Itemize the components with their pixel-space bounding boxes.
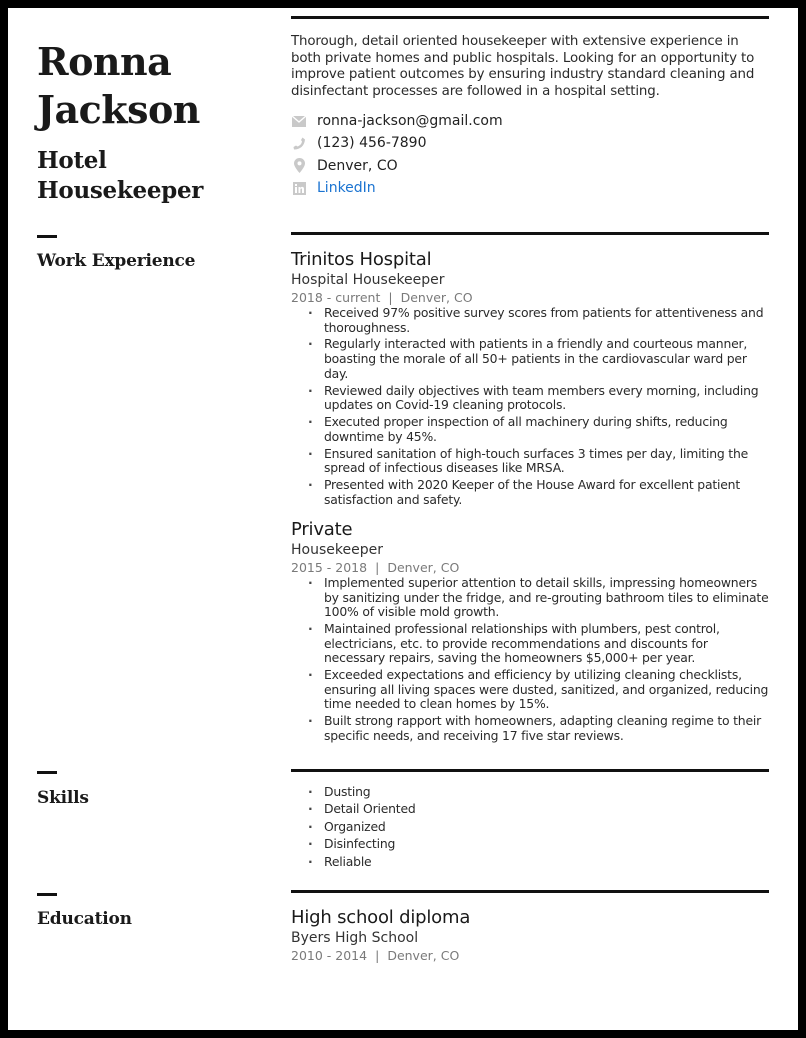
job-meta: 2018 - current | Denver, CO — [291, 289, 771, 306]
bullet-item: Implemented superior attention to detail… — [291, 575, 771, 620]
job-dates: 2018 - current — [291, 290, 381, 305]
meta-separator: | — [375, 948, 380, 963]
section-marker — [37, 235, 57, 238]
section-divider — [291, 16, 769, 19]
last-name: Jackson — [37, 87, 200, 132]
job-location: Denver, CO — [387, 560, 460, 575]
section-divider — [291, 890, 769, 893]
job-entry: Trinitos Hospital Hospital Housekeeper 2… — [291, 249, 771, 510]
bullet-item: Executed proper inspection of all machin… — [291, 414, 771, 444]
skill-item: Disinfecting — [291, 837, 771, 852]
contact-location: Denver, CO — [291, 155, 771, 177]
candidate-name: Ronna Jackson — [37, 38, 200, 134]
meta-separator: | — [388, 290, 393, 305]
phone-icon — [291, 135, 307, 151]
section-divider — [291, 769, 769, 772]
section-marker — [37, 771, 57, 774]
skill-item: Dusting — [291, 784, 771, 800]
job-location: Denver, CO — [400, 290, 473, 305]
contact-list: ronna-jackson@gmail.com (123) 456-7890 D… — [291, 110, 771, 199]
candidate-title: Hotel Housekeeper — [37, 146, 203, 206]
envelope-icon — [291, 113, 307, 129]
education-meta: 2010 - 2014 | Denver, CO — [291, 947, 771, 964]
phone-text[interactable]: (123) 456-7890 — [317, 135, 427, 151]
bullet-item: Reviewed daily objectives with team memb… — [291, 383, 771, 413]
resume-page: Ronna Jackson Hotel Housekeeper Thorough… — [8, 8, 798, 1030]
title-line-1: Hotel — [37, 147, 107, 174]
education-dates: 2010 - 2014 — [291, 948, 368, 963]
email-text[interactable]: ronna-jackson@gmail.com — [317, 113, 503, 129]
bullet-item: Received 97% positive survey scores from… — [291, 305, 771, 335]
contact-phone[interactable]: (123) 456-7890 — [291, 132, 771, 154]
section-divider — [291, 232, 769, 235]
section-title-skills: Skills — [37, 788, 89, 808]
bullet-item: Built strong rapport with homeowners, ad… — [291, 713, 771, 743]
job-bullets: Implemented superior attention to detail… — [291, 575, 771, 743]
bullet-item: Ensured sanitation of high-touch surface… — [291, 446, 771, 476]
job-role: Hospital Housekeeper — [291, 272, 445, 288]
contact-email[interactable]: ronna-jackson@gmail.com — [291, 110, 771, 132]
location-text: Denver, CO — [317, 157, 398, 174]
title-line-2: Housekeeper — [37, 177, 204, 204]
section-marker — [37, 893, 57, 896]
job-entry: Private Housekeeper 2015 - 2018 | Denver, … — [291, 519, 771, 746]
job-company: Private — [291, 519, 353, 540]
education-location: Denver, CO — [387, 948, 460, 963]
degree: High school diploma — [291, 907, 471, 928]
bullet-item: Maintained professional relationships wi… — [291, 621, 771, 666]
bullet-item: Regularly interacted with patients in a … — [291, 337, 771, 381]
job-meta: 2015 - 2018 | Denver, CO — [291, 559, 771, 576]
map-pin-icon — [291, 158, 307, 174]
education-entry: High school diploma Byers High School 20… — [291, 907, 771, 964]
school: Byers High School — [291, 930, 419, 946]
skill-item: Organized — [291, 819, 771, 835]
job-dates: 2015 - 2018 — [291, 560, 368, 575]
job-company: Trinitos Hospital — [291, 249, 432, 270]
linkedin-link[interactable]: LinkedIn — [317, 180, 376, 196]
skill-item: Reliable — [291, 854, 771, 870]
bullet-item: Presented with 2020 Keeper of the House … — [291, 477, 771, 507]
meta-separator: | — [375, 560, 380, 575]
job-bullets: Received 97% positive survey scores from… — [291, 305, 771, 507]
linkedin-icon — [291, 180, 307, 196]
skill-item: Detail Oriented — [291, 802, 771, 817]
summary: Thorough, detail oriented housekeeper wi… — [291, 34, 755, 99]
contact-linkedin[interactable]: LinkedIn — [291, 177, 771, 199]
skills-list: Dusting Detail Oriented Organized Disinf… — [291, 784, 771, 872]
bullet-item: Exceeded expectations and efficiency by … — [291, 667, 771, 712]
section-title-work: Work Experience — [37, 251, 196, 271]
first-name: Ronna — [37, 39, 172, 84]
job-role: Housekeeper — [291, 542, 383, 558]
section-title-education: Education — [37, 909, 132, 929]
